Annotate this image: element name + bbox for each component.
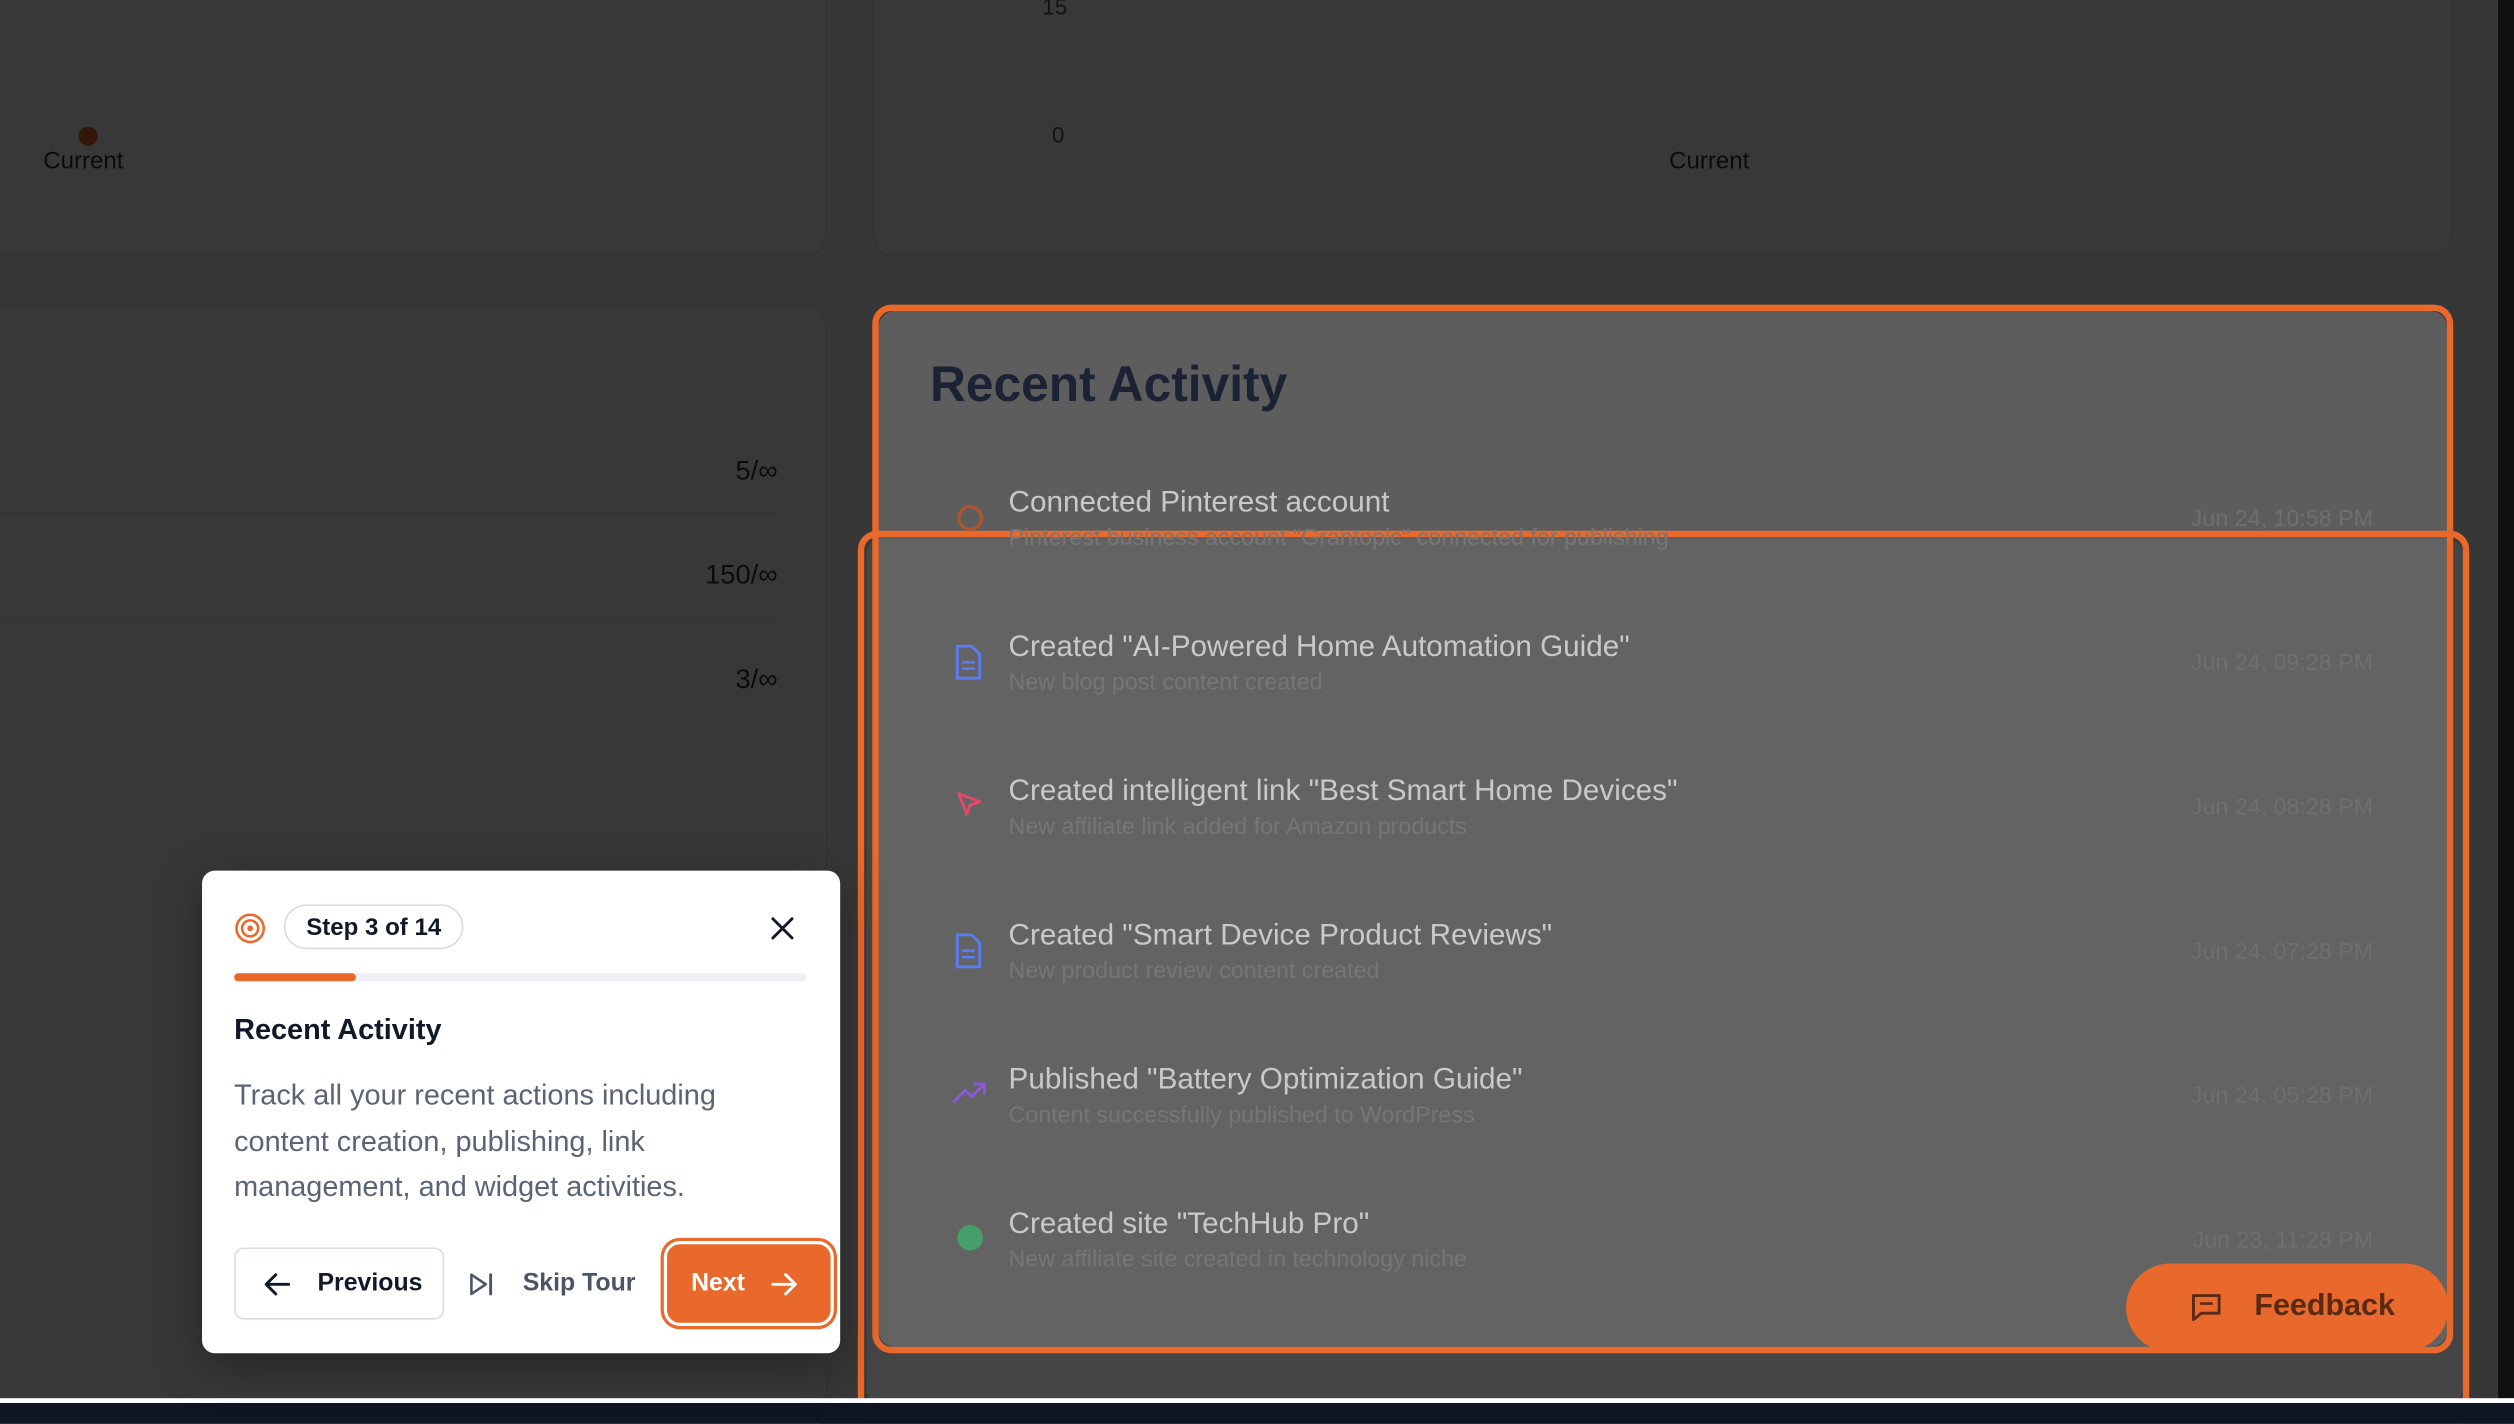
activity-time: Jun 24, 07:28 PM bbox=[2190, 939, 2374, 966]
tour-popover: Step 3 of 14 Recent Activity Track all y… bbox=[202, 870, 841, 1354]
activity-time: Jun 24, 08:28 PM bbox=[2190, 795, 2374, 821]
activity-title: Created "Smart Device Product Reviews" bbox=[1008, 917, 1553, 951]
activity-item[interactable]: Connected Pinterest account Pinterest bu… bbox=[879, 471, 2447, 615]
previous-button[interactable]: Previous bbox=[234, 1247, 445, 1320]
chart-card-right: 15 0 Current bbox=[872, 0, 2454, 257]
x-axis-label: Current bbox=[1669, 147, 1750, 175]
chart-card-left: Current bbox=[0, 0, 828, 257]
y-tick-top: 15 bbox=[1042, 0, 1068, 20]
data-point bbox=[78, 126, 98, 146]
activity-item[interactable]: Published "Battery Optimization Guide" C… bbox=[879, 1049, 2447, 1193]
next-button[interactable]: Next bbox=[667, 1244, 831, 1323]
y-tick-zero: 0 bbox=[1051, 121, 1065, 148]
activity-subtitle: New product review content created bbox=[1008, 958, 1380, 985]
scrollbar[interactable] bbox=[2498, 0, 2514, 1399]
activity-item[interactable]: Created "Smart Device Product Reviews" N… bbox=[879, 904, 2447, 1048]
progress-fill bbox=[234, 973, 357, 982]
document-icon bbox=[955, 644, 982, 680]
activity-title: Created intelligent link "Best Smart Hom… bbox=[1008, 772, 1678, 807]
close-icon[interactable] bbox=[770, 916, 796, 942]
message-icon bbox=[2192, 1294, 2221, 1322]
feedback-button[interactable]: Feedback bbox=[2126, 1263, 2449, 1352]
activity-time: Jun 24, 09:28 PM bbox=[2190, 650, 2374, 677]
pinterest-icon bbox=[957, 505, 983, 531]
next-label: Next bbox=[691, 1269, 745, 1297]
progress-track bbox=[234, 973, 807, 982]
activity-subtitle: New affiliate link added for Amazon prod… bbox=[1008, 814, 1467, 841]
globe-icon bbox=[957, 1224, 983, 1251]
step-badge: Step 3 of 14 bbox=[283, 904, 464, 950]
trending-up-icon bbox=[952, 1082, 986, 1103]
previous-label: Previous bbox=[317, 1269, 423, 1297]
activity-time: Jun 24, 10:58 PM bbox=[2190, 506, 2374, 533]
tour-title: Recent Activity bbox=[234, 1013, 442, 1046]
skip-tour-button[interactable]: Skip Tour bbox=[468, 1247, 648, 1319]
activity-title: Created "AI-Powered Home Automation Guid… bbox=[1008, 628, 1630, 663]
activity-title: Published "Battery Optimization Guide" bbox=[1008, 1061, 1523, 1096]
arrow-right-icon bbox=[770, 1272, 797, 1295]
section-title: Recent Activity bbox=[929, 355, 1288, 413]
x-axis-label: Current bbox=[43, 147, 124, 175]
skip-icon bbox=[470, 1272, 493, 1295]
usage-value: 150/∞ bbox=[705, 559, 778, 591]
usage-value: 3/∞ bbox=[735, 663, 778, 695]
feedback-label: Feedback bbox=[2254, 1289, 2395, 1323]
activity-subtitle: New blog post content created bbox=[1008, 670, 1323, 696]
activity-title: Connected Pinterest account bbox=[1008, 484, 1390, 518]
activity-subtitle: Content successfully published to WordPr… bbox=[1008, 1103, 1475, 1129]
arrow-left-icon bbox=[264, 1272, 291, 1295]
activity-subtitle: New affiliate site created in technology… bbox=[1008, 1247, 1467, 1274]
tour-body: Track all your recent actions including … bbox=[234, 1079, 716, 1203]
recent-activity-card: Recent Activity Connected Pinterest acco… bbox=[879, 311, 2447, 1347]
page: Current 15 0 Current 5/∞ 150/∞ 3/∞ Recen… bbox=[0, 0, 2514, 1424]
usage-value: 5/∞ bbox=[735, 455, 778, 486]
skip-label: Skip Tour bbox=[522, 1269, 636, 1297]
activity-time: Jun 24, 05:28 PM bbox=[2190, 1083, 2374, 1110]
cursor-icon bbox=[957, 792, 982, 816]
bottom-bar bbox=[0, 1398, 2514, 1424]
activity-subtitle: Pinterest business account "Grantopic" c… bbox=[1008, 525, 1669, 552]
activity-title: Created site "TechHub Pro" bbox=[1008, 1205, 1370, 1240]
activity-time: Jun 23, 11:28 PM bbox=[2192, 1228, 2374, 1254]
target-icon bbox=[235, 913, 266, 944]
document-icon bbox=[955, 933, 982, 969]
activity-item[interactable]: Created "AI-Powered Home Automation Guid… bbox=[879, 616, 2447, 760]
activity-item[interactable]: Created intelligent link "Best Smart Hom… bbox=[879, 760, 2447, 904]
